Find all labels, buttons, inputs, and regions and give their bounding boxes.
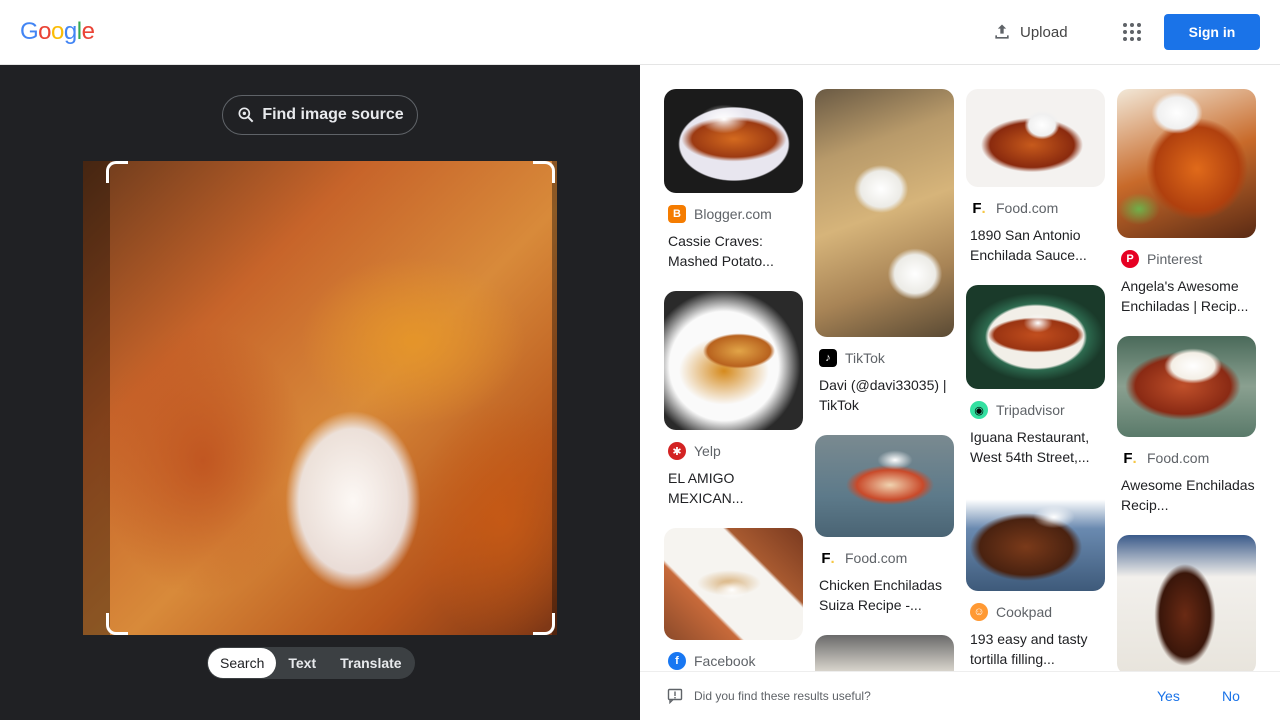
result-card[interactable] [1117,535,1256,671]
result-source: Blogger.com [694,206,772,222]
result-thumbnail[interactable] [1117,336,1256,437]
result-title: 1890 San Antonio Enchilada Sauce... [970,227,1087,263]
result-card[interactable]: ✱ Yelp EL AMIGO MEXICAN... [664,291,803,508]
query-image-panel: Find image source Search Text Translate [0,65,640,720]
mode-switcher: Search Text Translate [207,647,415,679]
result-source: Food.com [996,200,1059,216]
facebook-icon: f [668,652,686,670]
result-card[interactable]: ◉ Tripadvisor Iguana Restaurant, West 54t… [966,285,1105,467]
mode-text-tab[interactable]: Text [276,648,328,678]
result-source: Food.com [1147,450,1210,466]
result-thumbnail[interactable] [966,89,1105,187]
result-thumbnail[interactable] [664,89,803,193]
query-image [83,161,557,635]
result-title: Chicken Enchiladas Suiza Recipe -... [819,577,942,613]
logo-letter: o [51,18,64,45]
cookpad-icon: ☺ [970,603,988,621]
result-thumbnail[interactable] [1117,89,1256,238]
yelp-icon: ✱ [668,442,686,460]
tiktok-icon: ♪ [819,349,837,367]
upload-button[interactable]: Upload [992,20,1068,44]
upload-label: Upload [1020,23,1068,41]
find-image-source-button[interactable]: Find image source [222,95,418,135]
feedback-no-button[interactable]: No [1222,688,1240,704]
results-column: ♪ TikTok Davi (@davi33035) | TikTok F. Foo… [815,89,954,671]
result-source: Cookpad [996,604,1053,620]
result-thumbnail[interactable] [966,487,1105,591]
crop-dim-right [552,161,557,635]
results-column: B Blogger.com Cassie Craves: Mashed Potat… [664,89,803,671]
find-image-source-label: Find image source [262,106,404,123]
result-card[interactable] [815,635,954,671]
crop-handle-top-left[interactable] [106,161,128,183]
results-column: P Pinterest Angela's Awesome Enchiladas |… [1117,89,1256,671]
tripadvisor-icon: ◉ [970,401,988,419]
result-thumbnail[interactable] [815,435,954,537]
feedback-icon [667,688,683,704]
result-thumbnail[interactable] [664,291,803,430]
pinterest-icon: P [1121,250,1139,268]
result-card[interactable]: f Facebook [664,528,803,670]
sign-in-button[interactable]: Sign in [1164,14,1260,50]
feedback-question: Did you find these results useful? [694,689,871,703]
crop-handle-bottom-left[interactable] [106,613,128,635]
crop-handle-top-right[interactable] [533,161,555,183]
lens-search-icon [238,107,254,123]
result-thumbnail[interactable] [1117,535,1256,671]
result-thumbnail[interactable] [966,285,1105,389]
result-source: Facebook [694,653,756,669]
result-card[interactable]: P Pinterest Angela's Awesome Enchiladas |… [1117,89,1256,316]
mode-translate-tab[interactable]: Translate [328,648,413,678]
result-card[interactable]: F. Food.com Awesome Enchiladas Recip... [1117,336,1256,515]
visual-matches-grid: B Blogger.com Cassie Craves: Mashed Potat… [640,65,1280,671]
result-title: Davi (@davi33035) | TikTok [819,377,947,413]
result-source: Pinterest [1147,251,1203,267]
result-title: Angela's Awesome Enchiladas | Recip... [1121,278,1249,314]
logo-letter: o [38,18,52,45]
top-bar: Google Upload Sign in [0,0,1280,65]
result-source: TikTok [845,350,885,366]
blogger-icon: B [668,205,686,223]
feedback-bar: Did you find these results useful? Yes N… [640,671,1280,720]
result-source: Food.com [845,550,908,566]
logo-letter: e [81,18,95,45]
result-card[interactable]: ♪ TikTok Davi (@davi33035) | TikTok [815,89,954,415]
food-com-icon: F. [970,199,988,217]
result-source: Tripadvisor [996,402,1065,418]
result-thumbnail[interactable] [815,89,954,337]
result-title: Cassie Craves: Mashed Potato... [668,233,774,269]
feedback-yes-button[interactable]: Yes [1157,688,1180,704]
food-com-icon: F. [1121,449,1139,467]
result-source: Yelp [694,443,721,459]
result-title: Iguana Restaurant, West 54th Street,... [970,429,1090,465]
result-title: 193 easy and tasty tortilla filling... [970,631,1088,667]
upload-icon [995,24,1009,39]
result-card[interactable]: ☺ Cookpad 193 easy and tasty tortilla fil… [966,487,1105,669]
apps-grid-icon[interactable] [1120,20,1144,44]
google-logo[interactable]: Google [20,18,95,46]
crop-handle-bottom-right[interactable] [533,613,555,635]
result-card[interactable]: F. Food.com Chicken Enchiladas Suiza Reci… [815,435,954,615]
logo-letter: G [20,18,39,45]
result-title: Awesome Enchiladas Recip... [1121,477,1255,513]
food-com-icon: F. [819,549,837,567]
result-card[interactable]: B Blogger.com Cassie Craves: Mashed Potat… [664,89,803,271]
result-thumbnail[interactable] [815,635,954,671]
mode-search-tab[interactable]: Search [208,648,277,678]
logo-letter: g [63,18,77,45]
crop-dim-left [83,161,110,635]
result-thumbnail[interactable] [664,528,803,640]
results-column: F. Food.com 1890 San Antonio Enchilada Sa… [966,89,1105,671]
result-card[interactable]: F. Food.com 1890 San Antonio Enchilada Sa… [966,89,1105,265]
result-title: EL AMIGO MEXICAN... [668,470,744,506]
